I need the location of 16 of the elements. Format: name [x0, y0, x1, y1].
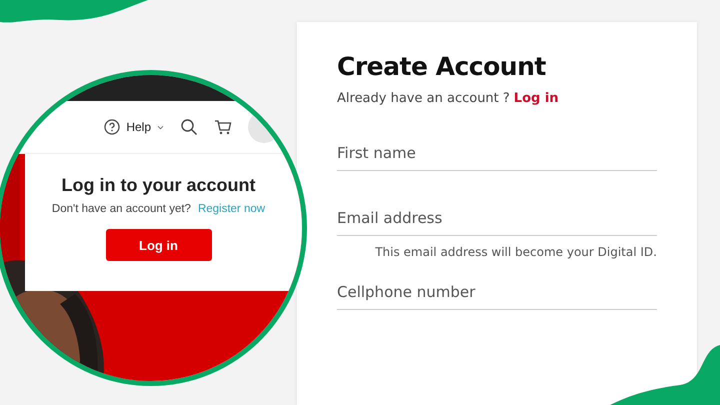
help-menu[interactable]: Help [104, 119, 164, 135]
help-icon [104, 119, 120, 135]
input-field[interactable]: Email address [337, 203, 657, 236]
input-field[interactable]: Cellphone number [337, 277, 657, 310]
login-prompt: Already have an account ? [337, 91, 510, 106]
input-field[interactable]: First name [337, 138, 657, 171]
register-link[interactable]: Register now [198, 203, 266, 215]
form-title: Create Account [337, 52, 547, 81]
cart-icon[interactable] [214, 118, 232, 136]
field-hint: This email address will become your Digital ID. [375, 245, 657, 259]
search-icon[interactable] [180, 118, 198, 136]
login-title: Log in to your account [62, 175, 256, 196]
login-button[interactable]: Log in [106, 229, 212, 261]
login-link[interactable]: Log in [514, 91, 559, 106]
caret-icon [157, 124, 164, 130]
register-prompt: Don't have an account yet? [52, 203, 191, 215]
